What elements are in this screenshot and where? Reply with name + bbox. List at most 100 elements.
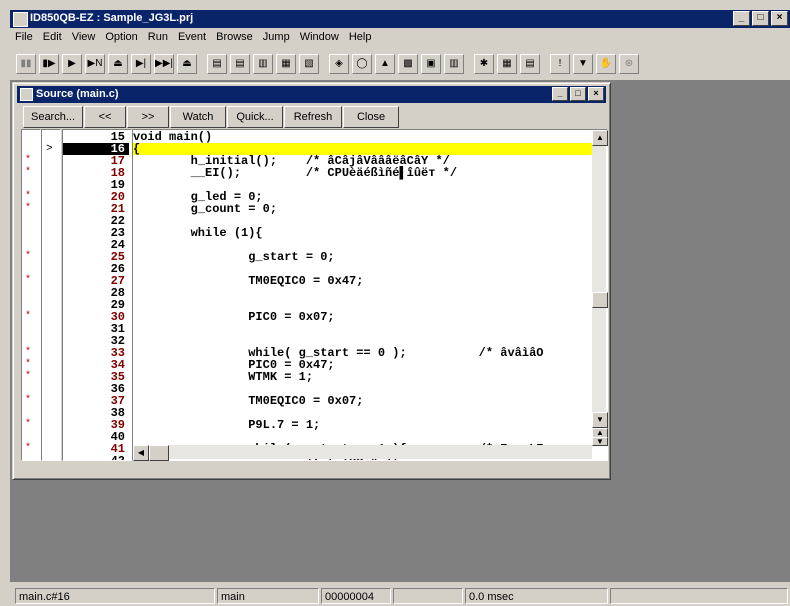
page-down-icon[interactable]: ▼ (592, 437, 608, 446)
scroll-down-icon[interactable]: ▼ (592, 412, 608, 428)
break-icon[interactable]: ▼ (573, 54, 593, 74)
breakpoint-column[interactable]: * * * * * * * * * * * * * (21, 129, 41, 461)
close-button[interactable]: × (771, 11, 788, 26)
scroll-up-icon[interactable]: ▲ (592, 130, 608, 146)
step-over-icon[interactable]: ⏏ (108, 54, 128, 74)
breakpoint-marker-icon[interactable]: * (25, 203, 31, 215)
code-line[interactable]: TM0EQIC0 = 0x07; /. (133, 395, 607, 407)
menu-run[interactable]: Run (143, 29, 173, 47)
status-time: 0.0 msec (465, 588, 608, 604)
timer-icon[interactable]: ▦ (497, 54, 517, 74)
breakpoint-marker-icon[interactable]: * (25, 443, 31, 455)
eject-icon[interactable]: ⏏ (177, 54, 197, 74)
toolbar: ▮▮ ▮▶ ▶ ▶N ⏏ ▶| ▶▶| ⏏ ▤ ▤ ▥ ▦ ▧ ◈ ◯ ▲ ▩ ▣ ▥ ✱ ▦ ▤! ▼ ✋ ⊛ (10, 50, 790, 78)
next-button[interactable]: >> (127, 106, 169, 128)
code-line[interactable]: while (1){ (133, 227, 593, 239)
breakpoint-marker-icon[interactable]: * (25, 395, 31, 407)
breakpoint-marker-icon[interactable]: * (25, 371, 31, 383)
scroll-thumb[interactable] (592, 292, 608, 308)
refresh-button[interactable]: Refresh (284, 106, 342, 128)
quick-button[interactable]: Quick... (227, 106, 283, 128)
close-source-button[interactable]: Close (343, 106, 399, 128)
source-code-pane[interactable]: void main(){ h_initial(); /* âCâjâVâââëâ… (132, 129, 608, 461)
menu-file[interactable]: File (10, 29, 38, 47)
code-line[interactable] (133, 323, 593, 335)
source-maximize-button[interactable]: □ (570, 87, 586, 101)
source-window-title-bar: Source (main.c) _ □ × (17, 86, 606, 103)
stop-icon[interactable]: ▮▮ (16, 54, 36, 74)
search-button[interactable]: Search... (23, 106, 83, 128)
status-function: main (217, 588, 319, 604)
source-close-button[interactable]: × (588, 87, 604, 101)
stack-icon[interactable]: ▥ (444, 54, 464, 74)
horizontal-scrollbar[interactable]: ◀ (133, 445, 592, 461)
coverage-icon[interactable]: ▩ (398, 54, 418, 74)
code-line[interactable] (133, 287, 593, 299)
console-icon[interactable]: ▤ (520, 54, 540, 74)
vertical-scrollbar[interactable]: ▲ ▼ ▲ ▼ (592, 130, 608, 446)
app-title: ID850QB-EZ : Sample_JG3L.prj (30, 12, 194, 24)
code-line[interactable]: void main() (133, 131, 593, 143)
menu-window[interactable]: Window (295, 29, 344, 47)
register-icon[interactable]: ▧ (299, 54, 319, 74)
breakpoint-marker-icon[interactable]: * (25, 419, 31, 431)
minimize-button[interactable]: _ (733, 11, 750, 26)
source-icon[interactable]: ▤ (207, 54, 227, 74)
status-blank (393, 588, 463, 604)
code-line[interactable]: WTMK = 1; (133, 371, 593, 383)
source-window: Source (main.c) _ □ × Search... << >> Wa… (12, 82, 611, 480)
status-address: 00000004 (321, 588, 391, 604)
code-line[interactable]: g_start = 0; (133, 251, 593, 263)
breakpoint-marker-icon[interactable]: * (25, 251, 31, 263)
scroll-left-icon[interactable]: ◀ (133, 445, 149, 461)
menu-browse[interactable]: Browse (211, 29, 258, 47)
source-minimize-button[interactable]: _ (552, 87, 568, 101)
run-icon[interactable]: ▶ (62, 54, 82, 74)
code-line[interactable]: g_count = 0; (133, 203, 593, 215)
breakpoint-marker-icon[interactable]: * (25, 167, 31, 179)
menu-event[interactable]: Event (173, 29, 211, 47)
search-icon[interactable]: ◯ (352, 54, 372, 74)
menu-bar: File Edit View Option Run Event Browse Jump Wind… (10, 29, 790, 47)
code-line[interactable]: P9L.7 = 1; (133, 419, 593, 431)
breakpoint-marker-icon[interactable]: * (25, 191, 31, 203)
h-scroll-thumb[interactable] (149, 445, 169, 461)
breakpoint-marker-icon[interactable]: * (25, 347, 31, 359)
assemble-icon[interactable]: ▤ (230, 54, 250, 74)
return-icon[interactable]: ▶| (131, 54, 151, 74)
go-icon[interactable]: ▶▶| (154, 54, 174, 74)
menu-edit[interactable]: Edit (38, 29, 67, 47)
step-into-icon[interactable]: ▶N (85, 54, 105, 74)
menu-help[interactable]: Help (344, 29, 377, 47)
status-extra (610, 588, 788, 604)
status-location: main.c#16 (15, 588, 215, 604)
source-window-title: Source (main.c) (36, 88, 119, 100)
local-icon[interactable]: ▣ (421, 54, 441, 74)
trace-icon[interactable]: ▲ (375, 54, 395, 74)
watch-button[interactable]: Watch (170, 106, 226, 128)
code-line[interactable]: __EI(); /* CPUèäéßìñé▌îûëт */ (133, 167, 593, 179)
breakpoint-marker-icon[interactable]: * (25, 275, 31, 287)
restart-icon[interactable]: ▮▶ (39, 54, 59, 74)
breakpoint-marker-icon[interactable]: * (25, 311, 31, 323)
prev-button[interactable]: << (84, 106, 126, 128)
watch-icon[interactable]: ▦ (276, 54, 296, 74)
hardware-icon[interactable]: ✋ (596, 54, 616, 74)
line-number-column: 15 16 17 18 19 20 21 22 23 24 25 26 27 28 29 30 31 32 33 34… (62, 129, 132, 461)
menu-option[interactable]: Option (100, 29, 142, 47)
memory-icon[interactable]: ▥ (253, 54, 273, 74)
breakpoint-marker-icon[interactable]: * (25, 155, 31, 167)
breakpoint-marker-icon[interactable]: * (25, 359, 31, 371)
code-line[interactable]: TM0EQIC0 = 0x47; /. (133, 275, 607, 287)
current-line-arrow-icon: > (46, 143, 53, 155)
menu-jump[interactable]: Jump (258, 29, 295, 47)
pc-column[interactable]: > (41, 129, 61, 461)
sfr-icon[interactable]: ◈ (329, 54, 349, 74)
event-icon[interactable]: ✱ (474, 54, 494, 74)
settings-icon[interactable]: ⊛ (619, 54, 639, 74)
line-number-row: 42 (63, 455, 129, 460)
maximize-button[interactable]: □ (752, 11, 769, 26)
menu-view[interactable]: View (67, 29, 101, 47)
code-line[interactable]: PIC0 = 0x07; /. (133, 311, 607, 323)
alert-icon[interactable]: ! (550, 54, 570, 74)
